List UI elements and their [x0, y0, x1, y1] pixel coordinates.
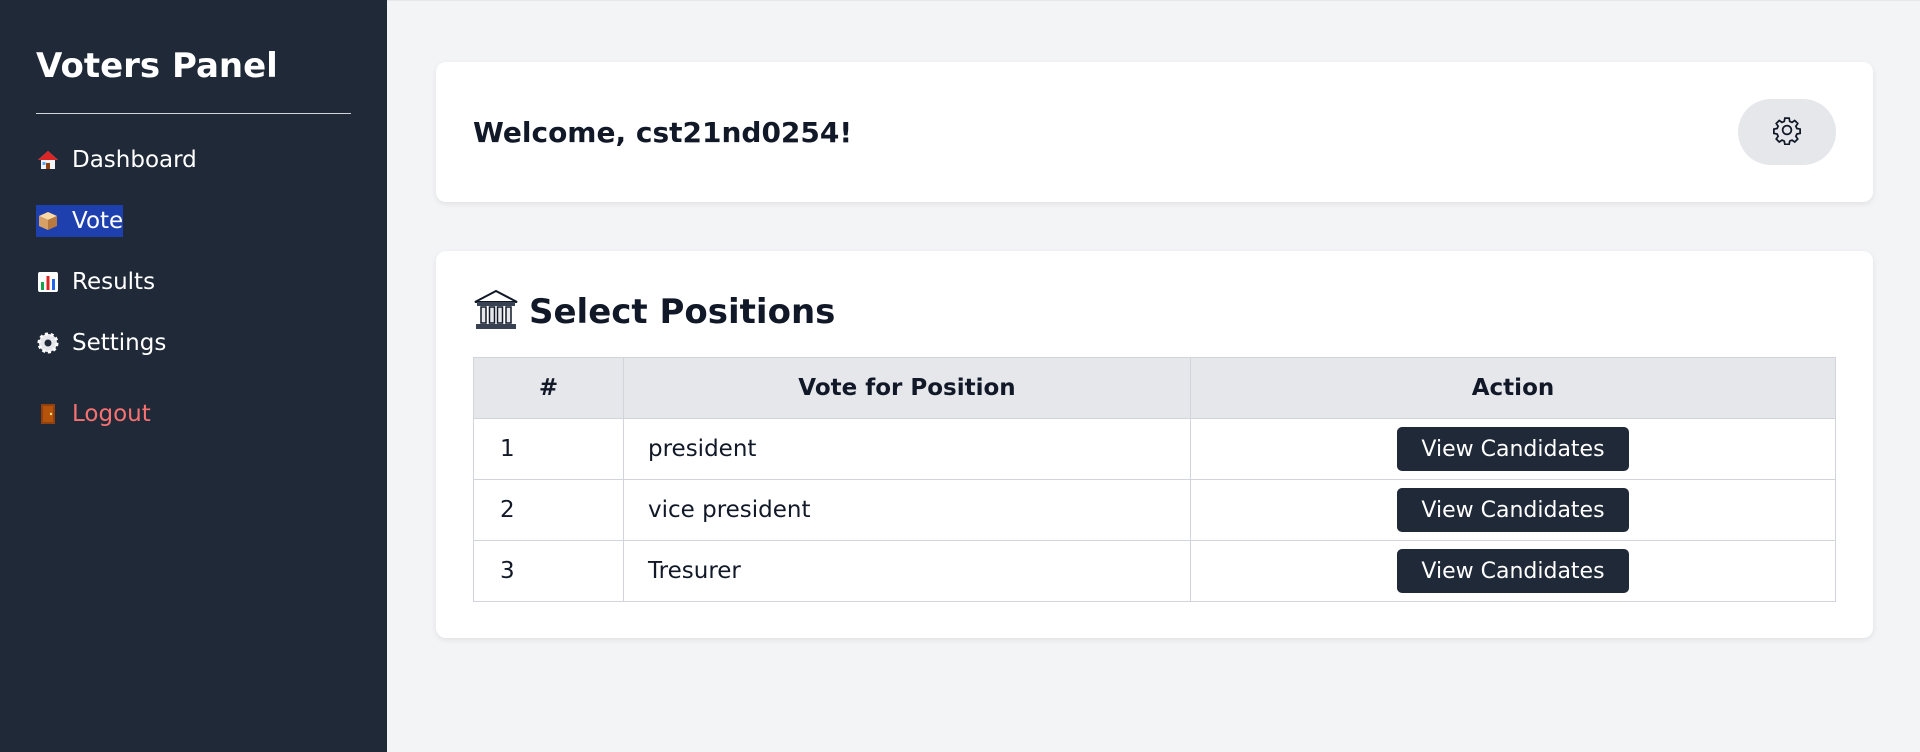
column-header-action: Action: [1190, 357, 1836, 419]
logout-label: Logout: [72, 401, 151, 427]
door-icon: [36, 402, 60, 426]
table-row: 1 president View Candidates: [473, 418, 1836, 480]
positions-title: Select Positions: [529, 292, 836, 332]
row-number: 2: [473, 479, 624, 541]
position-name: Tresurer: [623, 540, 1191, 602]
gear-icon: [1772, 115, 1802, 149]
sidebar: Voters Panel Dashboard Vote Results Sett…: [0, 0, 387, 752]
action-cell: View Candidates: [1190, 418, 1836, 480]
table-header-row: # Vote for Position Action: [473, 357, 1836, 419]
welcome-card: Welcome, cst21nd0254!: [436, 62, 1873, 202]
column-header-position: Vote for Position: [623, 357, 1191, 419]
action-cell: View Candidates: [1190, 479, 1836, 541]
column-header-number: #: [473, 357, 624, 419]
welcome-message: Welcome, cst21nd0254!: [473, 116, 852, 149]
position-name: vice president: [623, 479, 1191, 541]
bar-chart-icon: [36, 270, 60, 294]
sidebar-title: Voters Panel: [36, 46, 278, 86]
view-candidates-button[interactable]: View Candidates: [1397, 549, 1629, 593]
classical-building-icon: [473, 289, 519, 335]
ballot-box-icon: [36, 209, 60, 233]
main-content: Welcome, cst21nd0254! Select Positions #…: [387, 0, 1920, 752]
sidebar-item-settings[interactable]: Settings: [36, 327, 166, 359]
positions-card: Select Positions # Vote for Position Act…: [436, 251, 1873, 638]
house-icon: [36, 148, 60, 172]
sidebar-item-label: Dashboard: [72, 147, 197, 173]
row-number: 3: [473, 540, 624, 602]
sidebar-item-label: Results: [72, 269, 156, 295]
sidebar-item-vote[interactable]: Vote: [36, 205, 124, 237]
gear-icon: [36, 331, 60, 355]
sidebar-item-label: Vote: [72, 208, 124, 234]
welcome-prefix: Welcome,: [473, 115, 636, 149]
sidebar-item-label: Settings: [72, 330, 167, 356]
sidebar-divider: [36, 113, 351, 114]
positions-header: Select Positions: [473, 289, 1836, 335]
table-row: 3 Tresurer View Candidates: [473, 540, 1836, 602]
view-candidates-button[interactable]: View Candidates: [1397, 427, 1629, 471]
positions-table: # Vote for Position Action 1 president V…: [473, 357, 1836, 602]
row-number: 1: [473, 418, 624, 480]
position-name: president: [623, 418, 1191, 480]
action-cell: View Candidates: [1190, 540, 1836, 602]
sidebar-item-results[interactable]: Results: [36, 266, 155, 298]
view-candidates-button[interactable]: View Candidates: [1397, 488, 1629, 532]
sidebar-item-dashboard[interactable]: Dashboard: [36, 144, 197, 176]
settings-button[interactable]: [1738, 99, 1836, 165]
username: cst21nd0254: [635, 115, 840, 149]
welcome-suffix: !: [839, 115, 853, 149]
table-row: 2 vice president View Candidates: [473, 479, 1836, 541]
logout-link[interactable]: Logout: [36, 398, 151, 430]
